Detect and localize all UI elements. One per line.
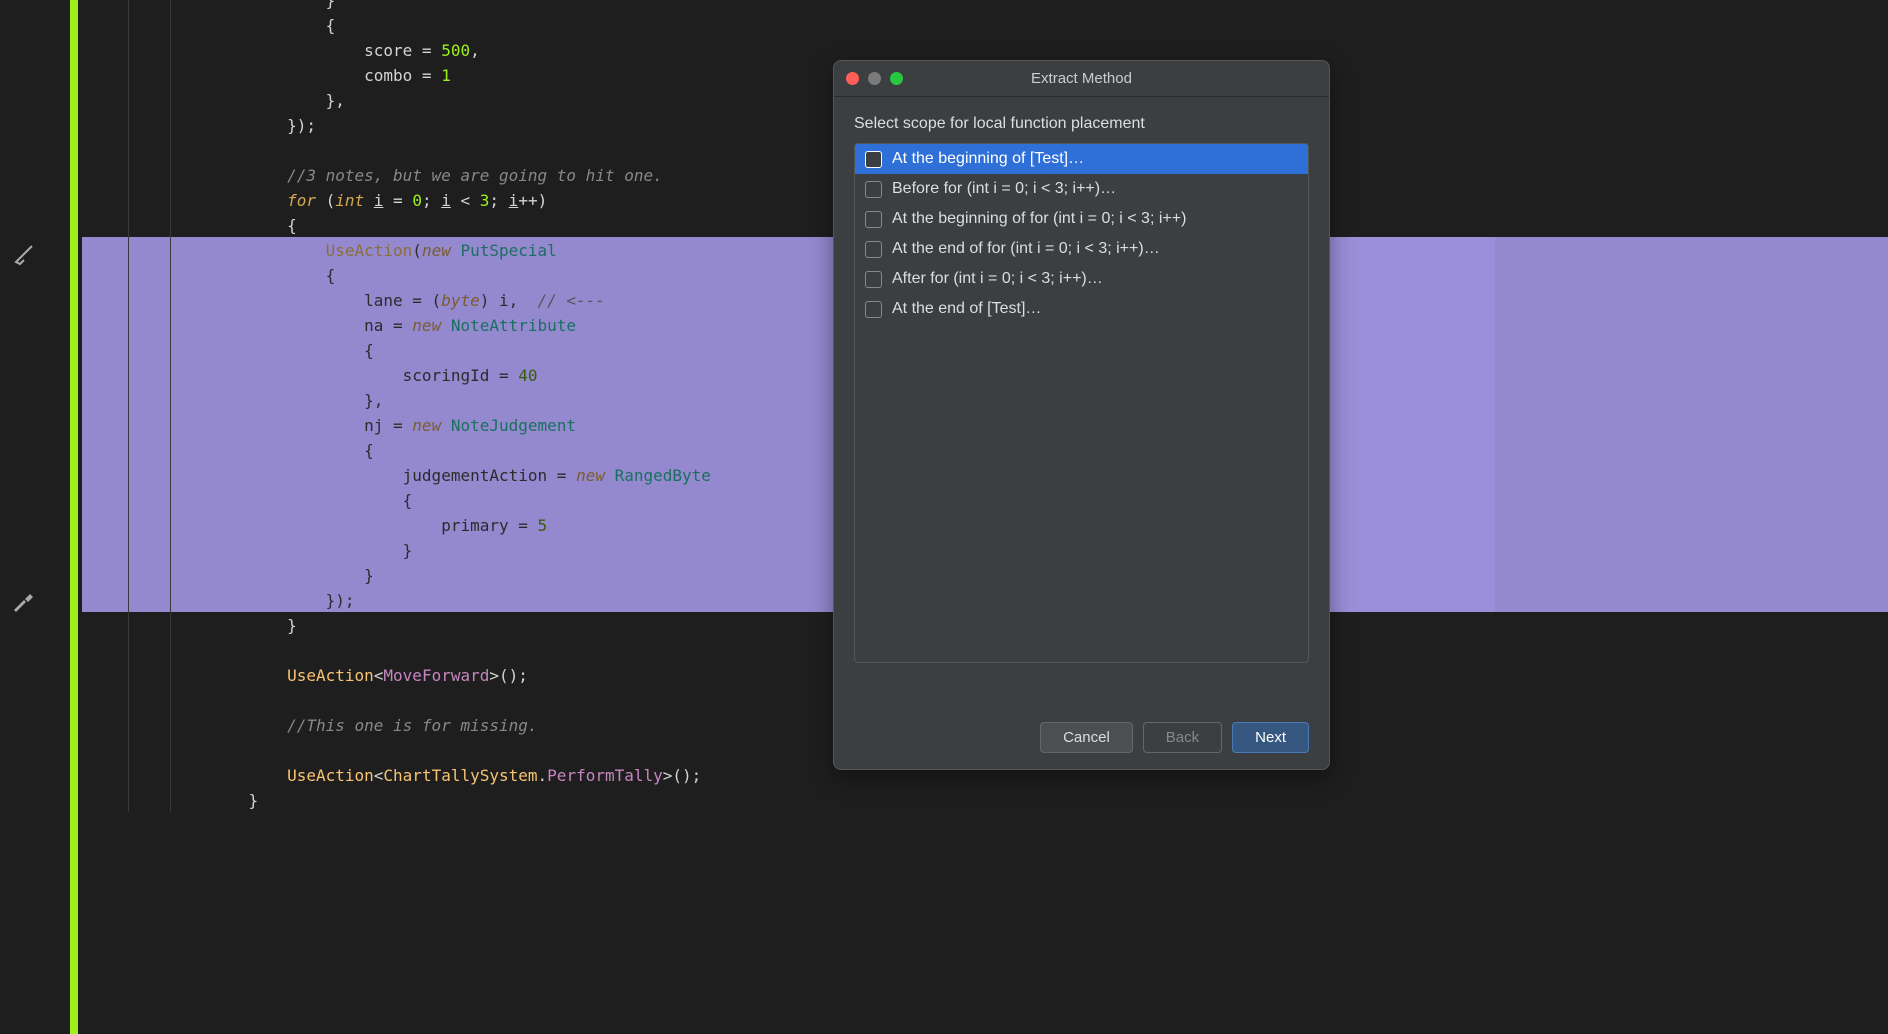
code-line[interactable]: } [210,0,1888,13]
scope-options-list[interactable]: At the beginning of [Test]… Before for (i… [854,143,1309,663]
hammer-icon[interactable] [12,590,36,614]
scope-option[interactable]: At the end of for (int i = 0; i < 3; i++… [855,234,1308,264]
window-controls [846,72,903,85]
checkbox-icon[interactable] [865,181,882,198]
scope-option-label: At the beginning of for (int i = 0; i < … [892,210,1186,228]
back-button[interactable]: Back [1143,722,1222,753]
dialog-prompt: Select scope for local function placemen… [834,97,1329,143]
scope-option[interactable]: Before for (int i = 0; i < 3; i++)… [855,174,1308,204]
dialog-button-row: Cancel Back Next [1040,722,1309,753]
scope-option[interactable]: At the beginning of for (int i = 0; i < … [855,204,1308,234]
dialog-title: Extract Method [834,70,1329,87]
close-icon[interactable] [846,72,859,85]
code-line[interactable]: { [210,13,1888,38]
code-line[interactable]: } [210,788,1888,813]
scope-option-label: At the beginning of [Test]… [892,150,1084,168]
dialog-titlebar[interactable]: Extract Method [834,61,1329,97]
scope-option-label: Before for (int i = 0; i < 3; i++)… [892,180,1116,198]
checkbox-icon[interactable] [865,211,882,228]
minimize-icon[interactable] [868,72,881,85]
vcs-gutter-indicator[interactable] [70,0,78,1034]
maximize-icon[interactable] [890,72,903,85]
scope-option-label: After for (int i = 0; i < 3; i++)… [892,270,1103,288]
checkbox-icon[interactable] [865,241,882,258]
checkbox-icon[interactable] [865,301,882,318]
cancel-button[interactable]: Cancel [1040,722,1133,753]
broom-icon[interactable] [12,242,36,266]
scope-option[interactable]: After for (int i = 0; i < 3; i++)… [855,264,1308,294]
gutter-icon-column [0,0,50,1034]
extract-method-dialog: Extract Method Select scope for local fu… [833,60,1330,770]
scope-option-label: At the end of [Test]… [892,300,1041,318]
next-button[interactable]: Next [1232,722,1309,753]
scope-option-label: At the end of for (int i = 0; i < 3; i++… [892,240,1160,258]
checkbox-icon[interactable] [865,271,882,288]
scope-option[interactable]: At the end of [Test]… [855,294,1308,324]
scope-option[interactable]: At the beginning of [Test]… [855,144,1308,174]
checkbox-icon[interactable] [865,151,882,168]
